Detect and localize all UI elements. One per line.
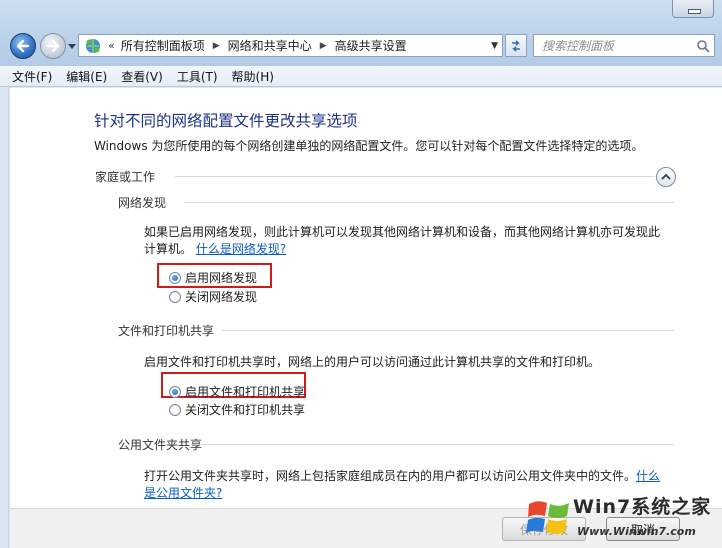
network-discovery-heading: 网络发现 xyxy=(118,196,167,210)
radio-label: 关闭文件和打印机共享 xyxy=(185,403,306,417)
radio-disable-file-printer-sharing[interactable]: 关闭文件和打印机共享 xyxy=(169,401,305,418)
radio-enable-file-printer-sharing[interactable]: 启用文件和打印机共享 xyxy=(169,383,305,400)
search-placeholder: 搜索控制面板 xyxy=(542,39,615,53)
page-description: Windows 为您所使用的每个网络创建单独的网络配置文件。您可以针对每个配置文… xyxy=(94,139,644,153)
search-icon[interactable] xyxy=(696,39,710,53)
breadcrumb-network-sharing-center[interactable]: 网络和共享中心 xyxy=(226,37,314,54)
file-printer-sharing-divider xyxy=(222,330,674,331)
menu-tools[interactable]: 工具(T) xyxy=(177,68,218,85)
profile-group-label: 家庭或工作 xyxy=(95,170,156,184)
what-is-network-discovery-link[interactable]: 什么是网络发现? xyxy=(196,242,286,256)
network-discovery-desc-line2: 计算机。 什么是网络发现? xyxy=(144,241,660,258)
radio-unchecked-icon[interactable] xyxy=(169,403,181,416)
radio-label: 关闭网络发现 xyxy=(185,290,258,304)
arrow-right-icon xyxy=(46,39,60,53)
chevron-right-icon[interactable]: ▶ xyxy=(213,41,220,51)
back-button[interactable] xyxy=(10,33,36,59)
refresh-icon xyxy=(512,39,520,52)
file-printer-sharing-heading: 文件和打印机共享 xyxy=(118,324,215,338)
overflow-chevron-icon[interactable]: « xyxy=(108,39,115,52)
radio-disable-network-discovery[interactable]: 关闭网络发现 xyxy=(169,288,257,305)
content-pane: 针对不同的网络配置文件更改共享选项 Windows 为您所使用的每个网络创建单独… xyxy=(10,88,722,508)
menu-help[interactable]: 帮助(H) xyxy=(232,68,274,85)
left-frame-strip xyxy=(0,87,9,548)
menu-bar: 文件(F) 编辑(E) 查看(V) 工具(T) 帮助(H) xyxy=(0,66,722,87)
what-is-public-folder-link-part2[interactable]: 是公用文件夹? xyxy=(144,486,222,500)
chevron-up-icon xyxy=(661,173,671,180)
menu-view[interactable]: 查看(V) xyxy=(121,68,163,85)
profile-group-divider xyxy=(175,176,655,177)
watermark-url: Www.Winwin7.com xyxy=(577,525,696,538)
what-is-public-folder-link-part1[interactable]: 什么 xyxy=(636,469,660,483)
network-discovery-desc-text: 计算机。 xyxy=(144,242,193,256)
file-printer-sharing-description: 启用文件和打印机共享时，网络上的用户可以访问通过此计算机共享的文件和打印机。 xyxy=(144,355,601,369)
chevron-right-icon[interactable]: ▶ xyxy=(320,41,327,51)
network-center-icon xyxy=(86,38,100,53)
address-bar[interactable]: « 所有控制面板项 ▶ 网络和共享中心 ▶ 高级共享设置 ▼ xyxy=(78,34,503,57)
history-dropdown-icon[interactable] xyxy=(68,42,76,50)
collapse-profile-button[interactable] xyxy=(656,167,676,187)
radio-label: 启用文件和打印机共享 xyxy=(185,385,306,399)
public-folder-sharing-divider xyxy=(196,444,674,445)
minimize-button[interactable] xyxy=(672,0,714,18)
forward-button[interactable] xyxy=(40,33,66,59)
radio-enable-network-discovery[interactable]: 启用网络发现 xyxy=(169,269,257,286)
watermark-title: Win7系统之家 xyxy=(573,496,712,518)
page-title: 针对不同的网络配置文件更改共享选项 xyxy=(94,112,358,130)
radio-unchecked-icon[interactable] xyxy=(169,290,181,303)
arrow-left-icon xyxy=(16,39,30,53)
title-address-area: « 所有控制面板项 ▶ 网络和共享中心 ▶ 高级共享设置 ▼ 搜索控制面板 xyxy=(0,0,722,66)
breadcrumb-all-control-panel[interactable]: 所有控制面板项 xyxy=(119,37,207,54)
radio-checked-icon[interactable] xyxy=(169,385,181,398)
network-discovery-divider xyxy=(184,202,674,203)
network-discovery-desc-line1: 如果已启用网络发现，则此计算机可以发现其他网络计算机和设备，而其他网络计算机亦可… xyxy=(144,225,661,239)
menu-edit[interactable]: 编辑(E) xyxy=(66,68,107,85)
radio-checked-icon[interactable] xyxy=(169,271,181,284)
windows-flag-logo-icon xyxy=(526,501,569,534)
network-discovery-description: 如果已启用网络发现，则此计算机可以发现其他网络计算机和设备，而其他网络计算机亦可… xyxy=(144,224,660,258)
search-input[interactable]: 搜索控制面板 xyxy=(533,34,715,57)
public-folder-desc-line1: 打开公用文件夹共享时，网络上包括家庭组成员在内的用户都可以访问公用文件夹中的文件… xyxy=(144,468,660,485)
public-folder-desc-text: 打开公用文件夹共享时，网络上包括家庭组成员在内的用户都可以访问公用文件夹中的文件… xyxy=(144,469,637,483)
radio-label: 启用网络发现 xyxy=(185,271,258,285)
address-dropdown-icon[interactable]: ▼ xyxy=(491,41,498,51)
public-folder-sharing-heading: 公用文件夹共享 xyxy=(118,438,203,452)
refresh-button[interactable] xyxy=(505,34,527,57)
site-watermark: Win7系统之家 Www.Winwin7.com xyxy=(525,488,717,546)
menu-file[interactable]: 文件(F) xyxy=(12,68,52,85)
breadcrumb-advanced-sharing[interactable]: 高级共享设置 xyxy=(333,37,409,54)
